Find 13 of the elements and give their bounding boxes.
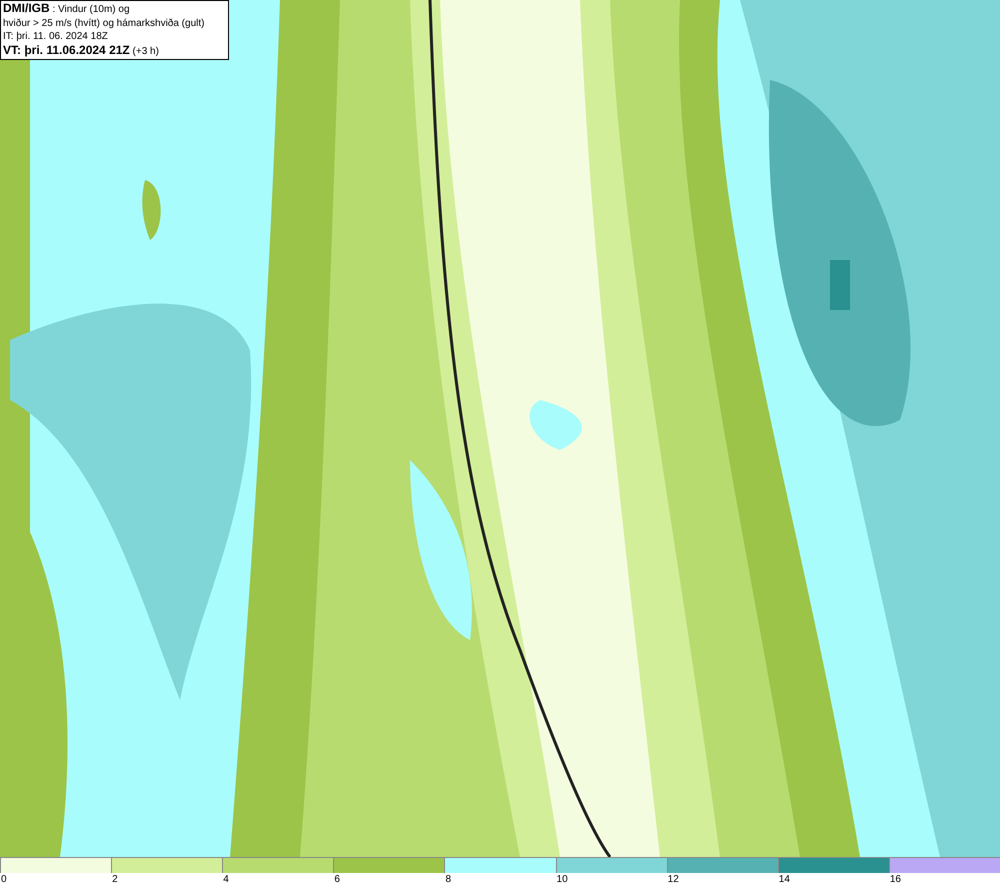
legend-label: 4 <box>222 873 229 886</box>
legend-label: 16 <box>888 873 901 886</box>
info-text: hviður > 25 m/s (hvítt) og hámarkshviða (gult) <box>3 16 206 30</box>
legend-label: 2 <box>111 873 118 886</box>
info-text: IT: þri. 11. 06. 2024 18Z <box>3 30 109 44</box>
legend-label: 0 <box>0 873 7 886</box>
legend-label: 8 <box>444 873 451 886</box>
info-text: DMI/IGB : Vindur (10m) og <box>3 2 131 16</box>
info-text: VT: þri. 11.06.2024 21Z (+3 h) <box>3 44 160 58</box>
legend-label: 14 <box>778 873 790 886</box>
legend-label: 6 <box>333 873 340 886</box>
legend-label: 12 <box>666 873 679 886</box>
legend-label: 10 <box>556 873 568 886</box>
